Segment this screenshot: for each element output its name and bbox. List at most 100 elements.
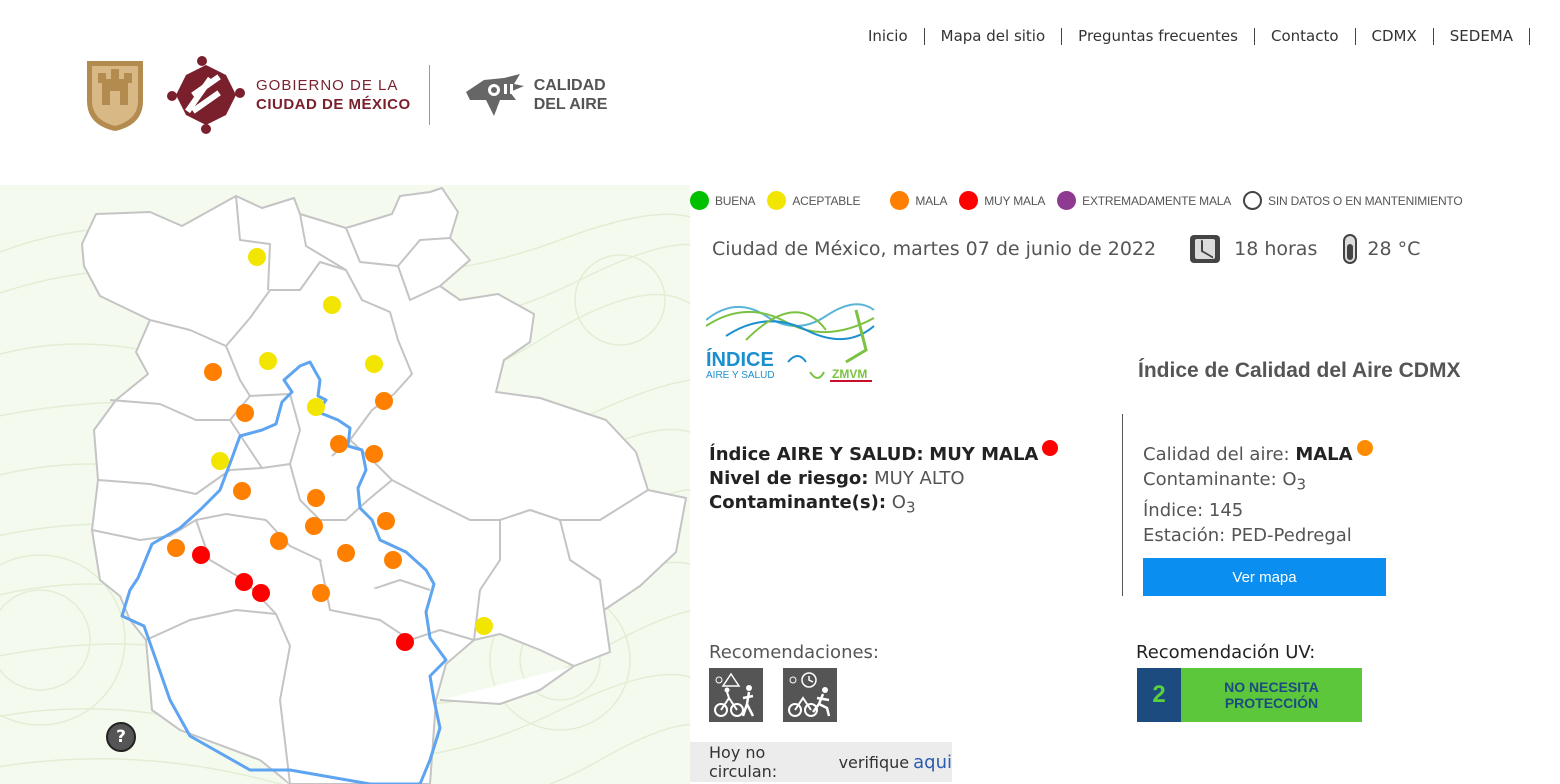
legend-mala: MALA — [890, 191, 947, 210]
station-marker[interactable] — [475, 617, 493, 635]
legend-aceptable: ACEPTABLE — [767, 191, 861, 210]
date-text: Ciudad de México, martes 07 de junio de … — [712, 238, 1157, 260]
clock-icon — [1190, 235, 1221, 263]
calidad-block: Calidad del aire: MALA Contaminante: O3 … — [1143, 440, 1373, 548]
legend-dot-sin-datos — [1243, 191, 1263, 210]
station-marker[interactable] — [330, 435, 348, 453]
help-button[interactable]: ? — [106, 722, 136, 752]
logo-indice-text: ÍNDICE — [706, 348, 774, 371]
air-quality-map[interactable]: ? — [0, 185, 690, 784]
nav-contacto[interactable]: Contacto — [1255, 28, 1356, 45]
calidad-contaminante-sub: 3 — [1296, 475, 1307, 494]
legend-label-buena: BUENA — [715, 193, 756, 208]
legend-label-extremadamente-mala: EXTREMADAMENTE MALA — [1082, 193, 1232, 208]
station-marker[interactable] — [259, 352, 277, 370]
contaminantes-value: O — [891, 492, 906, 513]
uv-badge: 2 NO NECESITA PROTECCIÓN — [1137, 668, 1362, 722]
calidad-value: MALA — [1295, 444, 1353, 465]
map-svg[interactable] — [0, 185, 690, 784]
calidad-aire-bird-icon[interactable] — [464, 70, 526, 120]
legend-label-aceptable: ACEPTABLE — [792, 193, 861, 208]
station-marker[interactable] — [365, 445, 383, 463]
cdmx-emblem-icon[interactable] — [166, 55, 246, 135]
legend-dot-muy-mala — [959, 191, 979, 210]
nav-inicio[interactable]: Inicio — [868, 28, 925, 45]
legend-dot-mala — [890, 191, 910, 210]
status-line: Ciudad de México, martes 07 de junio de … — [712, 234, 1420, 264]
aire-salud-dot — [1042, 440, 1059, 456]
temperature-text: 28 °C — [1367, 238, 1421, 260]
indice-aire-salud-logo[interactable]: ÍNDICE AIRE Y SALUD ZMVM — [706, 290, 876, 386]
legend-label-mala: MALA — [915, 193, 948, 208]
uv-index: 2 — [1137, 668, 1181, 722]
info-panel: Ciudad de México, martes 07 de junio de … — [690, 214, 1556, 784]
calidad-line-1: CALIDAD — [533, 77, 606, 94]
station-marker[interactable] — [248, 248, 266, 266]
legend: BUENA ACEPTABLE MALA MUY MALA EXTREMADAM… — [690, 191, 1463, 210]
station-marker[interactable] — [307, 489, 325, 507]
calidad-indice: Índice: 145 — [1143, 499, 1244, 521]
station-marker[interactable] — [236, 404, 254, 422]
riesgo-value: MUY ALTO — [874, 468, 965, 489]
hnc-verify: verifique — [838, 752, 910, 772]
cyclist-warning-icon[interactable] — [709, 668, 763, 722]
calidad-line-2: DEL AIRE — [533, 96, 608, 113]
station-marker[interactable] — [396, 633, 414, 651]
station-marker[interactable] — [384, 551, 402, 569]
station-marker[interactable] — [270, 532, 288, 550]
cyclist-runner-clock-icon[interactable] — [783, 668, 837, 722]
hnc-link[interactable]: aqui — [913, 752, 952, 773]
station-marker[interactable] — [377, 512, 395, 530]
logo-zmvm-text: ZMVM — [832, 367, 867, 381]
calidad-estacion: Estación: PED-Pedregal — [1143, 524, 1352, 546]
legend-buena: BUENA — [690, 191, 756, 210]
riesgo-label: Nivel de riesgo: — [709, 468, 869, 489]
contaminantes-sub: 3 — [905, 498, 916, 517]
thermometer-icon — [1343, 234, 1358, 264]
nav-preguntas-frecuentes[interactable]: Preguntas frecuentes — [1062, 28, 1255, 45]
station-marker[interactable] — [337, 544, 355, 562]
uv-text: NO NECESITA PROTECCIÓN — [1181, 668, 1362, 722]
gov-line-1: GOBIERNO DE LA — [256, 77, 399, 94]
hour-text: 18 horas — [1234, 238, 1318, 260]
station-marker[interactable] — [233, 482, 251, 500]
logo-aire-salud-text: AIRE Y SALUD — [706, 370, 775, 381]
nav-sedema[interactable]: SEDEMA — [1434, 28, 1530, 45]
station-marker[interactable] — [323, 296, 341, 314]
calidad-dot — [1356, 440, 1373, 456]
station-marker[interactable] — [235, 573, 253, 591]
hnc-label: Hoy no circulan: — [709, 743, 778, 781]
station-marker[interactable] — [211, 452, 229, 470]
uv-label: Recomendación UV: — [1136, 642, 1316, 663]
hoy-no-circula: Hoy no circulan: verifique aqui — [690, 742, 952, 782]
municipality-outlines — [81, 187, 687, 784]
station-marker[interactable] — [312, 584, 330, 602]
panel-title: Índice de Calidad del Aire CDMX — [1138, 359, 1461, 382]
station-marker[interactable] — [167, 539, 185, 557]
legend-dot-buena — [690, 191, 709, 210]
legend-label-sin-datos: SIN DATOS O EN MANTENIMIENTO — [1268, 193, 1463, 208]
aire-salud-label: Índice AIRE Y SALUD: — [709, 444, 924, 465]
ver-mapa-button[interactable]: Ver mapa — [1143, 558, 1386, 596]
gov-line-2: CIUDAD DE MÉXICO — [256, 96, 411, 113]
nav-mapa-del-sitio[interactable]: Mapa del sitio — [925, 28, 1063, 45]
header-logos: GOBIERNO DE LA CIUDAD DE MÉXICO CALIDAD … — [84, 55, 607, 135]
station-marker[interactable] — [252, 584, 270, 602]
recomendaciones-label: Recomendaciones: — [709, 642, 879, 663]
top-nav: Inicio Mapa del sitio Preguntas frecuent… — [868, 28, 1530, 45]
legend-sin-datos: SIN DATOS O EN MANTENIMIENTO — [1243, 191, 1463, 210]
station-marker[interactable] — [307, 398, 325, 416]
station-marker[interactable] — [375, 392, 393, 410]
station-marker[interactable] — [305, 517, 323, 535]
station-marker[interactable] — [204, 363, 222, 381]
legend-muy-mala: MUY MALA — [959, 191, 1045, 210]
contaminantes-label: Contaminante(s): — [709, 492, 887, 513]
logo-divider — [428, 65, 430, 125]
aire-salud-value: MUY MALA — [929, 444, 1039, 465]
nav-cdmx[interactable]: CDMX — [1356, 28, 1434, 45]
cdmx-shield-icon[interactable] — [84, 57, 146, 133]
legend-dot-extremadamente-mala — [1057, 191, 1077, 210]
station-marker[interactable] — [365, 355, 383, 373]
legend-extremadamente-mala: EXTREMADAMENTE MALA — [1057, 191, 1231, 210]
station-marker[interactable] — [192, 546, 210, 564]
